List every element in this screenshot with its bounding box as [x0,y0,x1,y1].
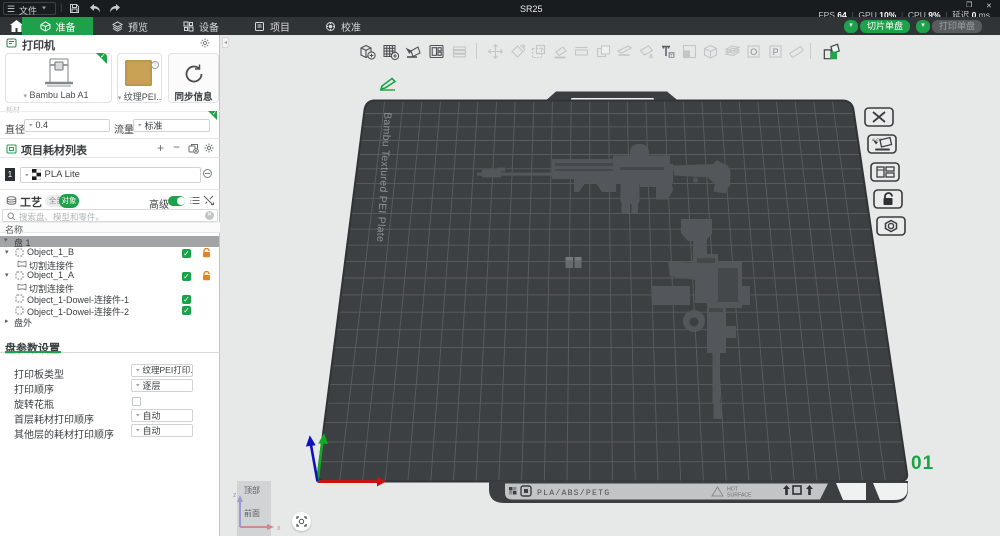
svg-text:PLA/ABS/PETG: PLA/ABS/PETG [537,488,610,498]
svg-text:SURFACE: SURFACE [727,493,752,499]
svg-text:O: O [750,47,757,57]
svg-text:P: P [772,47,778,57]
svg-text:a: a [670,52,674,59]
svg-text:z: z [233,492,237,499]
svg-text:AUTO: AUTO [872,138,882,142]
svg-text:x: x [277,525,281,531]
